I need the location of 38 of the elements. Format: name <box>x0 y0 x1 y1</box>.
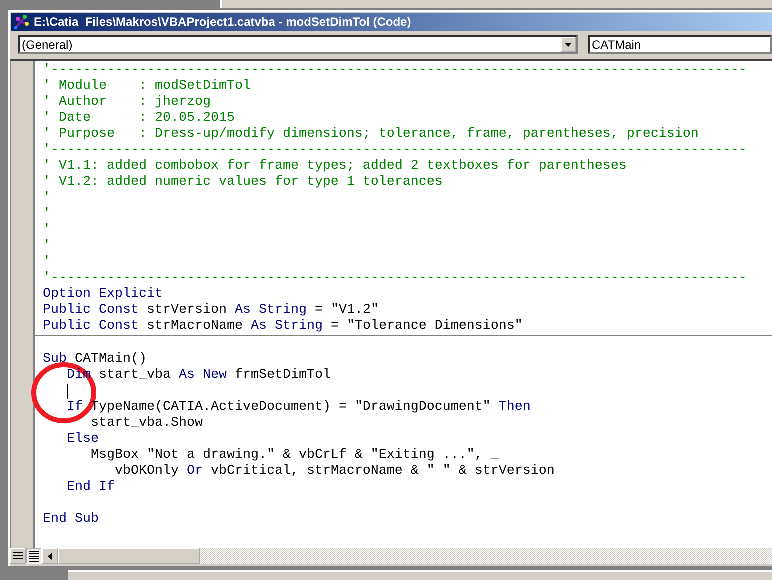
code-line: ' Date : 20.05.2015 <box>43 111 236 127</box>
code-line: ' <box>43 191 52 207</box>
code-line: ' <box>43 239 52 255</box>
caret-icon <box>565 42 572 46</box>
code-line: ' <box>43 255 52 271</box>
code-line: Public Const strVersion As String = "V1.2" <box>43 303 380 319</box>
left-arrow-icon <box>48 552 52 560</box>
code-line: Else <box>66 432 100 448</box>
code-line: ' <box>43 223 52 239</box>
code-line: ' V1.1: added combobox for frame types; added 2 textboxes for parentheses <box>43 159 628 175</box>
lines-icon <box>12 551 24 561</box>
code-line: ' Module : modSetDimTol <box>43 79 252 95</box>
code-line: Public Const strMacroName As String = "Tolerance Dimensions" <box>43 319 524 335</box>
scroll-left-button[interactable] <box>42 548 58 564</box>
object-dropdown[interactable]: (General) <box>18 35 578 54</box>
code-line: Sub CATMain() <box>43 352 148 368</box>
procedure-view-button[interactable] <box>10 548 26 564</box>
code-line: ' Purpose : Dress-up/modify dimensions; tolerance, frame, parentheses, precision <box>43 127 700 143</box>
window-title: E:\Catia_Files\Makros\VBAProject1.catvba - modSetDimTol (Code) <box>34 15 412 29</box>
lines-icon <box>28 550 40 562</box>
code-line: End Sub <box>43 512 100 528</box>
code-line: Option Explicit <box>43 287 164 303</box>
code-line: start_vba.Show <box>90 416 204 432</box>
text-cursor <box>67 384 68 399</box>
procedure-dropdown[interactable]: CATMain <box>588 35 772 54</box>
code-line: vbOKOnly Or vbCritical, strMacroName & " " & strVersion <box>114 464 556 480</box>
code-line: '--------------------------------------------------------------------------------------- <box>43 63 748 79</box>
code-line: ' <box>43 207 52 223</box>
code-line: '--------------------------------------------------------------------------------------- <box>43 143 748 159</box>
dropdown-button[interactable] <box>561 37 576 52</box>
code-line: MsgBox "Not a drawing." & vbCrLf & "Exiting ...", _ <box>90 448 500 464</box>
code-line: If TypeName(CATIA.ActiveDocument) = "DrawingDocument" Then <box>66 400 532 416</box>
code-line: ' V1.2: added numeric values for type 1 tolerances <box>43 175 444 191</box>
code-line: '--------------------------------------------------------------------------------------- <box>43 271 748 287</box>
app-icon <box>14 14 30 30</box>
code-line: ' Author : jherzog <box>43 95 212 111</box>
module-view-button[interactable] <box>26 548 42 564</box>
code-line: End If <box>66 480 116 496</box>
